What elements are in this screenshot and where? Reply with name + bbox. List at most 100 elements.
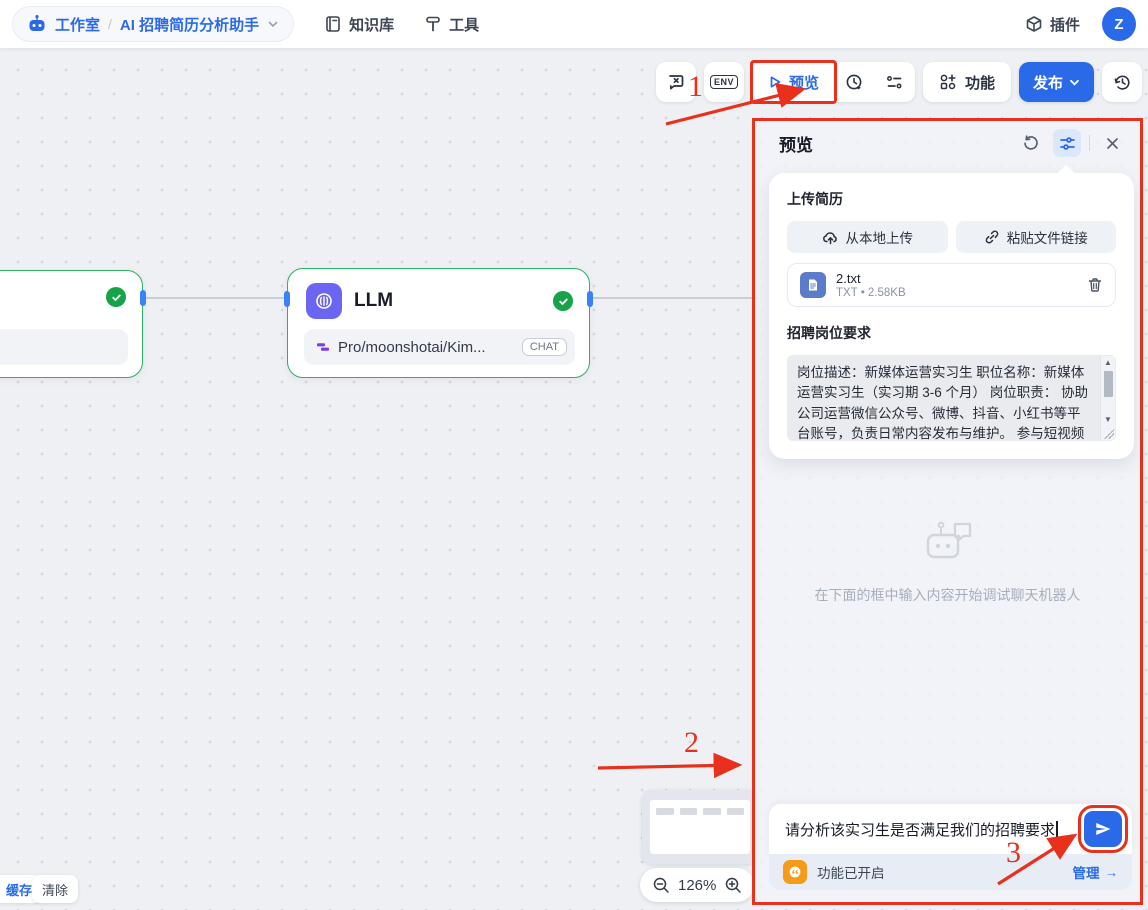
chat-input[interactable]: 请分析该实习生是否满足我们的招聘要求	[785, 819, 1084, 840]
preview-label: 预览	[789, 72, 819, 93]
package-box-icon	[1025, 15, 1043, 33]
clock-run-icon	[845, 73, 864, 92]
reset-conversation-button[interactable]	[1017, 129, 1045, 157]
canvas-toolbar: ENV 预览 功能	[656, 62, 1142, 102]
preview-panel: 预览 上传简历 从本地上传	[752, 118, 1143, 905]
bot-logo-icon	[27, 14, 47, 34]
comment-x-icon	[666, 73, 685, 92]
llm-node-icon	[306, 283, 342, 319]
nav-item-label: 插件	[1050, 14, 1080, 35]
scroll-down-icon[interactable]: ▼	[1104, 413, 1112, 426]
cloud-upload-icon	[822, 229, 839, 246]
hammer-tool-icon	[424, 15, 442, 33]
chat-input-text: 请分析该实习生是否满足我们的招聘要求	[785, 822, 1055, 839]
job-requirements-textarea[interactable]: 岗位描述：新媒体运营实习生 职位名称：新媒体运营实习生（实习期 3-6 个月） …	[787, 355, 1116, 441]
nav-item-tools[interactable]: 工具	[424, 14, 479, 35]
link-icon	[984, 229, 1000, 245]
model-provider-icon	[316, 340, 330, 354]
preview-panel-header: 预览	[755, 121, 1140, 165]
breadcrumb-project[interactable]: AI 招聘简历分析助手	[120, 14, 259, 35]
apps-plus-icon	[939, 73, 957, 91]
close-panel-button[interactable]	[1098, 129, 1126, 157]
uploaded-file-card: 2.txt TXT • 2.58KB	[787, 263, 1116, 307]
preview-button[interactable]: 预览	[752, 62, 835, 102]
zoom-out-icon[interactable]	[652, 876, 670, 894]
arrow-right-icon: →	[1105, 865, 1119, 880]
history-clock-icon	[1113, 73, 1132, 92]
upload-local-label: 从本地上传	[846, 227, 914, 247]
breadcrumb-workspace[interactable]: 工作室	[55, 14, 100, 35]
upload-section-label: 上传简历	[787, 189, 1116, 209]
features-button[interactable]: 功能	[923, 62, 1011, 102]
edge-left-to-llm	[143, 297, 289, 299]
chat-empty-state: 在下面的框中输入内容开始调试聊天机器人	[755, 521, 1140, 605]
publish-button[interactable]: 发布	[1019, 62, 1094, 102]
chevron-down-icon[interactable]	[267, 18, 279, 30]
minimap-viewport	[650, 800, 750, 854]
job-requirements-text: 岗位描述：新媒体运营实习生 职位名称：新媒体运营实习生（实习期 3-6 个月） …	[797, 365, 1088, 441]
paste-link-label: 粘贴文件链接	[1007, 227, 1088, 247]
book-icon	[324, 15, 342, 33]
zoom-level: 126%	[678, 877, 716, 894]
model-name: Pro/moonshotai/Kim...	[338, 339, 514, 356]
input-port[interactable]	[284, 291, 290, 307]
preview-panel-title: 预览	[779, 131, 813, 156]
minimap-node	[680, 808, 698, 815]
breadcrumb[interactable]: 工作室 / AI 招聘简历分析助手	[12, 6, 294, 42]
chat-input-card: 请分析该实习生是否满足我们的招聘要求 功能已开启 管理 →	[769, 804, 1132, 890]
output-port[interactable]	[587, 291, 593, 307]
node-config-pill[interactable]	[0, 329, 128, 365]
text-caret	[1056, 821, 1058, 838]
manage-features-link[interactable]: 管理 →	[1073, 862, 1119, 882]
clear-conversation-button[interactable]	[656, 62, 696, 102]
zoom-in-icon[interactable]	[724, 876, 742, 894]
resize-handle[interactable]	[1104, 429, 1114, 439]
scroll-thumb[interactable]	[1104, 371, 1113, 397]
publish-label: 发布	[1033, 72, 1063, 93]
scroll-up-icon[interactable]: ▲	[1104, 356, 1112, 369]
feature-quote-icon	[783, 860, 807, 884]
file-meta: TXT • 2.58KB	[836, 287, 906, 299]
node-title: LLM	[354, 290, 393, 312]
manage-label: 管理	[1073, 862, 1100, 882]
env-icon: ENV	[710, 75, 738, 89]
user-avatar[interactable]: Z	[1102, 7, 1136, 41]
minimap-node	[703, 808, 721, 815]
output-port[interactable]	[140, 290, 146, 306]
clear-button[interactable]: 清除	[32, 875, 78, 903]
workflow-node-llm[interactable]: LLM Pro/moonshotai/Kim... CHAT	[287, 268, 590, 378]
divider	[1089, 135, 1090, 151]
nav-item-plugins[interactable]: 插件	[1025, 14, 1080, 35]
model-type-badge: CHAT	[522, 338, 567, 356]
features-status-bar: 功能已开启 管理 →	[769, 854, 1132, 890]
task-list-button[interactable]	[875, 62, 915, 102]
run-history-button[interactable]	[835, 62, 875, 102]
top-navbar: 工作室 / AI 招聘简历分析助手 知识库 工具 插件 Z	[0, 0, 1148, 48]
input-settings-button[interactable]	[1053, 129, 1081, 157]
upload-local-button[interactable]: 从本地上传	[787, 221, 948, 253]
paste-link-button[interactable]: 粘贴文件链接	[956, 221, 1117, 253]
env-variables-button[interactable]: ENV	[704, 62, 744, 102]
send-button[interactable]	[1084, 811, 1122, 847]
features-status-text: 功能已开启	[817, 862, 885, 882]
model-selector[interactable]: Pro/moonshotai/Kim... CHAT	[304, 329, 575, 365]
version-history-button[interactable]	[1102, 62, 1142, 102]
delete-file-button[interactable]	[1087, 277, 1103, 293]
minimap-node	[727, 808, 745, 815]
checklist-icon	[885, 73, 904, 92]
minimap[interactable]	[642, 790, 758, 864]
workflow-node-start[interactable]	[0, 270, 143, 378]
edge-llm-to-right	[588, 297, 758, 299]
nav-item-label: 知识库	[349, 14, 394, 35]
nav-item-label: 工具	[449, 14, 479, 35]
run-group: 预览	[752, 62, 915, 102]
nav-item-knowledge[interactable]: 知识库	[324, 14, 394, 35]
features-label: 功能	[965, 72, 995, 93]
chat-empty-hint: 在下面的框中输入内容开始调试聊天机器人	[815, 585, 1081, 605]
node-success-check-icon	[553, 291, 573, 311]
job-section-label: 招聘岗位要求	[787, 323, 1116, 343]
play-icon	[768, 75, 782, 89]
scrollbar[interactable]: ▲ ▼	[1100, 356, 1115, 440]
breadcrumb-separator: /	[108, 16, 112, 32]
chevron-down-icon	[1069, 77, 1080, 88]
